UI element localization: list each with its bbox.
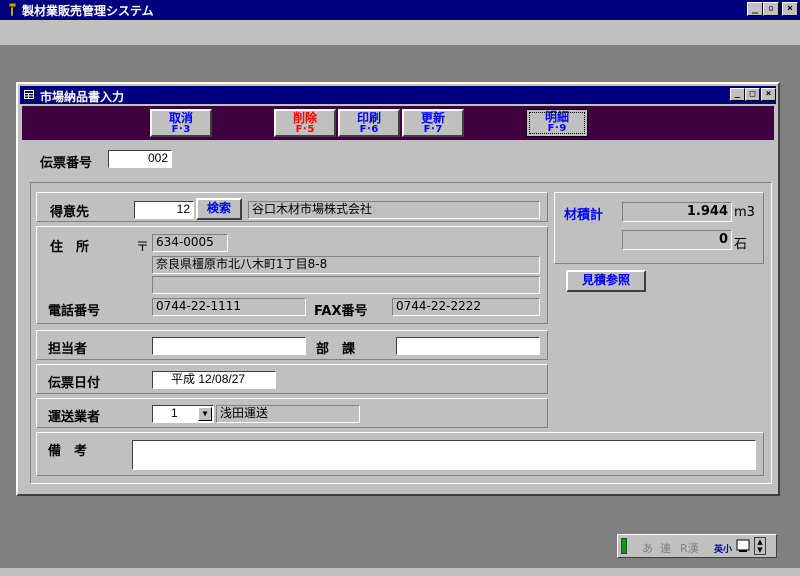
function-toolbar: 取消 F･3 削除 F･5 印刷 F･6 更新 F･7 明細 F･9 [22, 106, 774, 140]
ime-mode-romaji[interactable]: R漢 [680, 540, 699, 556]
department-label: 部 課 [316, 342, 356, 357]
detail-key: F･9 [547, 123, 567, 134]
customer-code-field[interactable]: 12 [134, 201, 194, 219]
ime-mode-hiragana[interactable]: あ [642, 540, 653, 556]
minimize-button[interactable]: _ [747, 2, 763, 16]
ime-toolbar: あ 連 R漢 英小 ▲ ▼ [617, 534, 777, 558]
app-title: 製材業販売管理システム [22, 4, 154, 18]
update-label: 更新 [420, 111, 445, 125]
phone-label: 電話番号 [48, 304, 101, 319]
date-row [36, 364, 548, 394]
address-line1: 奈良県橿原市北八木町1丁目8-8 [152, 256, 540, 274]
delete-key: F･5 [295, 124, 315, 135]
app-titlebar: 製材業販売管理システム _ ▫ × [0, 0, 800, 20]
delete-button[interactable]: 削除 F･5 [274, 109, 336, 137]
print-button[interactable]: 印刷 F･6 [338, 109, 400, 137]
remarks-label: 備 考 [48, 444, 88, 459]
ime-mode-conversion[interactable]: 連 [660, 540, 671, 556]
department-field[interactable] [396, 337, 540, 355]
phone-number: 0744-22-1111 [152, 298, 306, 316]
search-button[interactable]: 検索 [196, 198, 242, 220]
status-strip [0, 568, 800, 576]
ime-scroll-icon[interactable]: ▲ ▼ [754, 537, 766, 555]
customer-name: 谷口木材市場株式会社 [248, 201, 540, 219]
ime-mode-alnum[interactable]: 英小 [714, 542, 732, 555]
slip-date-field[interactable]: 平成 12/08/27 [152, 371, 276, 389]
carrier-label: 運送業者 [48, 410, 101, 425]
print-key: F･6 [359, 124, 379, 135]
hammer-icon [8, 2, 17, 17]
ime-grip-icon[interactable] [621, 538, 627, 554]
restore-button[interactable]: ▫ [763, 2, 779, 16]
postal-code: 634-0005 [152, 234, 228, 252]
address-line2 [152, 276, 540, 294]
menu-strip [0, 20, 800, 46]
estimate-reference-button[interactable]: 見積参照 [566, 270, 646, 292]
print-label: 印刷 [356, 111, 381, 125]
volume-label: 材積計 [564, 208, 604, 223]
address-label: 住 所 [50, 240, 90, 255]
carrier-code: 1 [171, 406, 178, 420]
form-icon [23, 89, 35, 100]
delete-label: 削除 [292, 111, 317, 125]
cancel-label: 取消 [168, 111, 193, 125]
ime-pad-icon[interactable] [736, 539, 750, 553]
close-button[interactable]: × [782, 2, 798, 16]
window-title: 市場納品書入力 [40, 90, 125, 104]
chevron-down-icon[interactable]: ▼ [198, 407, 212, 421]
slip-date-label: 伝票日付 [48, 376, 101, 391]
child-maximize-button[interactable]: □ [745, 88, 760, 101]
volume-koku-value: 0 [622, 230, 732, 250]
child-titlebar: 市場納品書入力 _ □ × [20, 86, 776, 104]
cancel-button[interactable]: 取消 F･3 [150, 109, 212, 137]
slip-number-label: 伝票番号 [40, 156, 93, 171]
carrier-name: 浅田運送 [216, 405, 360, 423]
child-minimize-button[interactable]: _ [730, 88, 745, 101]
staff-label: 担当者 [48, 342, 88, 357]
volume-m3-value: 1.944 [622, 202, 732, 222]
detail-label: 明細 [544, 110, 569, 124]
cancel-key: F･3 [171, 124, 191, 135]
remarks-field[interactable] [132, 440, 756, 470]
update-key: F･7 [423, 124, 443, 135]
customer-label: 得意先 [50, 205, 90, 220]
child-close-button[interactable]: × [761, 88, 776, 101]
fax-number: 0744-22-2222 [392, 298, 540, 316]
staff-field[interactable] [152, 337, 306, 355]
child-window: 市場納品書入力 _ □ × 取消 F･3 削除 F･5 印刷 F･6 更新 F･… [16, 82, 780, 496]
volume-m3-unit: m3 [734, 205, 755, 220]
postal-mark: 〒 [136, 240, 150, 255]
volume-koku-unit: 石 [734, 237, 748, 252]
fax-label: FAX番号 [314, 304, 368, 319]
detail-button[interactable]: 明細 F･9 [526, 109, 588, 137]
slip-number-field[interactable]: 002 [108, 150, 172, 168]
update-button[interactable]: 更新 F･7 [402, 109, 464, 137]
